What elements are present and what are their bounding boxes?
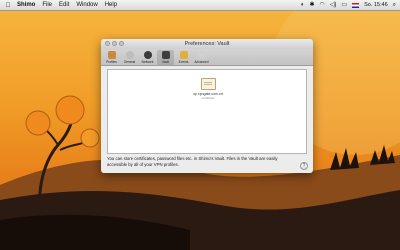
vault-description: You can store certificates, password fil…: [107, 156, 278, 167]
tab-advanced[interactable]: Advanced: [193, 50, 210, 65]
spotlight-search-icon[interactable]: ⌕: [393, 2, 396, 8]
tab-vault-label: Vault: [161, 60, 170, 64]
file-kind: certificate: [201, 96, 215, 100]
status-area: ◐ ✱ ◠ ◁) ▭ So. 15:46 ⌕: [301, 2, 396, 8]
zoom-button[interactable]: [119, 41, 124, 46]
menu-window[interactable]: Window: [76, 2, 97, 8]
preferences-toolbar: Profiles General Network Vault Events Ad…: [101, 49, 313, 66]
menu-help[interactable]: Help: [105, 2, 117, 8]
menu-clock[interactable]: So. 15:46: [364, 2, 388, 8]
menu-bar:  Shimo File Edit Window Help ◐ ✱ ◠ ◁) ▭…: [0, 0, 400, 11]
tab-events[interactable]: Events: [175, 50, 192, 65]
tab-profiles[interactable]: Profiles: [103, 50, 120, 65]
network-icon: [143, 51, 152, 59]
window-titlebar[interactable]: Preferences: Vault: [101, 39, 313, 49]
wifi-icon[interactable]: ◠: [320, 2, 325, 8]
battery-icon[interactable]: ▭: [341, 2, 347, 8]
tab-profiles-label: Profiles: [106, 60, 117, 64]
vault-file-area[interactable]: op.vpngate.com.crt certificate: [107, 69, 307, 154]
menu-edit[interactable]: Edit: [59, 2, 69, 8]
tab-advanced-label: Advanced: [194, 60, 209, 64]
tab-network[interactable]: Network: [139, 50, 156, 65]
preferences-window: Preferences: Vault Profiles General Netw…: [101, 39, 313, 173]
tab-general[interactable]: General: [121, 50, 138, 65]
input-source-flag-icon[interactable]: [352, 2, 360, 8]
general-icon: [125, 51, 134, 59]
volume-icon[interactable]: ◁): [330, 2, 337, 8]
advanced-icon: [197, 51, 206, 59]
tab-network-label: Network: [141, 60, 154, 64]
tab-vault[interactable]: Vault: [157, 50, 174, 65]
profiles-icon: [107, 51, 116, 59]
vault-icon: [161, 51, 170, 59]
vpn-status-icon[interactable]: ◐: [301, 2, 305, 8]
help-button[interactable]: ?: [300, 162, 308, 170]
bluetooth-icon[interactable]: ✱: [310, 2, 315, 8]
minimize-button[interactable]: [112, 41, 117, 46]
certificate-file-icon: [200, 78, 216, 90]
vault-file-item[interactable]: op.vpngate.com.crt certificate: [186, 78, 230, 100]
tab-events-label: Events: [178, 60, 189, 64]
apple-menu-icon[interactable]: : [4, 2, 12, 9]
menu-shimo[interactable]: Shimo: [17, 2, 35, 8]
menu-file[interactable]: File: [42, 2, 52, 8]
tab-general-label: General: [123, 60, 136, 64]
close-button[interactable]: [105, 41, 110, 46]
window-title: Preferences: Vault: [184, 41, 230, 47]
events-icon: [179, 51, 188, 59]
